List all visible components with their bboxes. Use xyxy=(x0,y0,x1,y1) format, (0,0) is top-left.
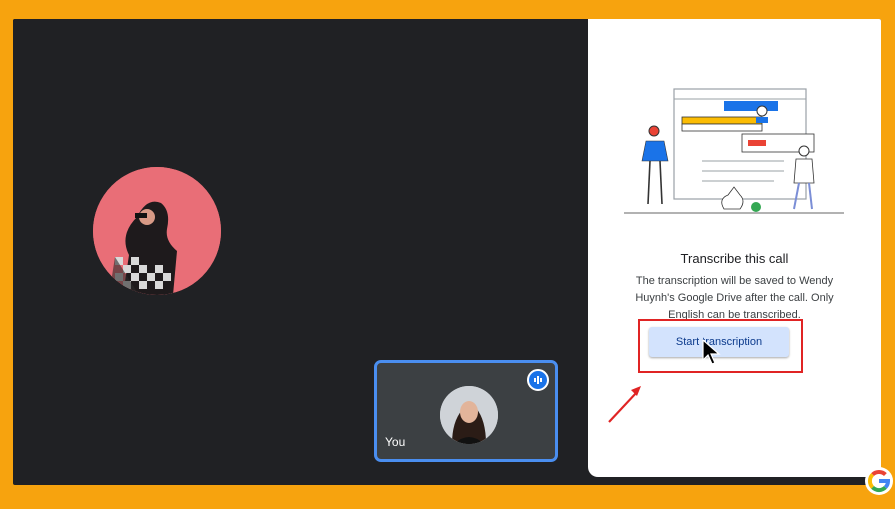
participant-avatar xyxy=(93,167,221,295)
google-g-logo xyxy=(865,467,893,495)
self-name-label: You xyxy=(385,435,406,449)
transcribe-title: Transcribe this call xyxy=(680,251,789,266)
mouse-pointer-icon xyxy=(702,338,721,365)
audio-level-icon xyxy=(527,369,549,391)
participant-photo xyxy=(93,167,221,295)
self-avatar xyxy=(440,386,498,444)
self-video-tile[interactable]: You xyxy=(374,360,558,462)
transcribe-description: The transcription will be saved to Wendy… xyxy=(635,275,834,321)
self-photo xyxy=(440,386,498,444)
meeting-window: You Transcribe this call The transcripti… xyxy=(13,19,881,485)
transcription-illustration xyxy=(624,88,844,214)
red-arrow-icon xyxy=(608,386,641,423)
video-grid: You xyxy=(13,19,573,477)
